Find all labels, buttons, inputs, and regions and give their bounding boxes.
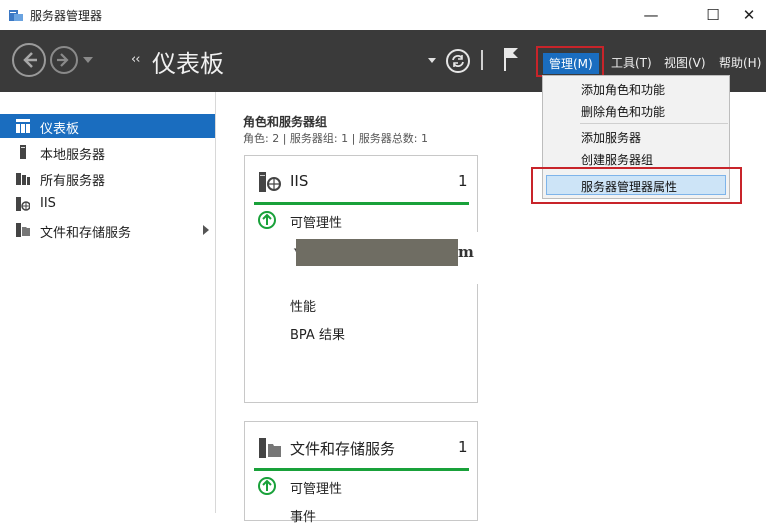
servers-icon: [16, 173, 30, 185]
notifications-flag-icon[interactable]: [503, 46, 521, 72]
tile-status-bar: [254, 468, 469, 471]
server-manager-icon: [9, 10, 23, 21]
tile-title[interactable]: IIS: [290, 172, 308, 190]
tile-row-manageability[interactable]: 可管理性: [290, 212, 342, 231]
redaction-bar: [296, 239, 458, 266]
sidebar-item-file-storage[interactable]: 文件和存储服务: [0, 218, 215, 242]
tile-title[interactable]: 文件和存储服务: [290, 438, 395, 459]
arrow-left-icon: [23, 52, 37, 68]
refresh-icon[interactable]: [446, 49, 470, 73]
role-tile-file-storage[interactable]: 文件和存储服务 1 可管理性 事件: [244, 421, 478, 525]
tile-row-manageability[interactable]: 可管理性: [290, 478, 342, 497]
menu-item-create-server-group[interactable]: 创建服务器组: [581, 151, 653, 168]
menu-item-remove-roles[interactable]: 删除角色和功能: [581, 103, 665, 120]
sidebar-item-label: 本地服务器: [40, 148, 106, 163]
dashboard-icon: [16, 119, 30, 133]
menu-item-add-roles[interactable]: 添加角色和功能: [581, 81, 665, 98]
obscured-text-tail: m: [458, 243, 474, 261]
forward-button[interactable]: [50, 46, 78, 74]
breadcrumb-arrows[interactable]: ‹‹: [131, 52, 140, 67]
sidebar-item-label: 所有服务器: [40, 174, 106, 189]
sidebar-item-dashboard[interactable]: 仪表板: [0, 114, 215, 138]
annotation-box-properties: [531, 167, 742, 204]
sidebar-item-label: 文件和存储服务: [40, 226, 132, 241]
storage-icon: [259, 438, 281, 458]
iis-icon: [259, 172, 281, 192]
server-icon: [20, 145, 26, 159]
history-dropdown-icon[interactable]: [83, 57, 93, 63]
arrow-right-icon: [57, 53, 69, 67]
page-title: 仪表板: [152, 50, 224, 78]
menu-help[interactable]: 帮助(H): [719, 54, 761, 71]
sidebar-item-label: IIS: [40, 196, 56, 211]
tile-count: 1: [458, 438, 468, 456]
tile-row-events[interactable]: 事件: [290, 506, 316, 525]
tile-status-bar: [254, 202, 469, 205]
tile-row-performance[interactable]: 性能: [290, 296, 316, 315]
roles-groups-heading: 角色和服务器组: [243, 115, 328, 129]
menu-view[interactable]: 视图(V): [664, 54, 706, 71]
roles-groups-summary: 角色: 2 | 服务器组: 1 | 服务器总数: 1: [243, 132, 429, 145]
status-up-arrow-icon: [258, 477, 276, 495]
menu-tools[interactable]: 工具(T): [611, 54, 652, 71]
tile-row-bpa[interactable]: BPA 结果: [290, 324, 345, 343]
iis-icon: [16, 197, 30, 211]
window-title: 服务器管理器: [30, 9, 103, 23]
header-separator: [481, 50, 483, 70]
sidebar: 仪表板 本地服务器 所有服务器 IIS 文件和存储服务: [0, 92, 216, 513]
close-button[interactable]: ✕: [726, 0, 766, 30]
sidebar-item-label: 仪表板: [40, 122, 80, 137]
expand-arrow-icon[interactable]: [203, 225, 209, 235]
annotation-box-manage: [536, 46, 604, 77]
menu-item-add-servers[interactable]: 添加服务器: [581, 129, 641, 146]
title-bar: 服务器管理器 — ☐ ✕: [0, 0, 766, 30]
tile-count: 1: [458, 172, 468, 190]
sidebar-item-all-servers[interactable]: 所有服务器: [0, 166, 215, 190]
storage-icon: [16, 223, 30, 237]
sidebar-item-local-server[interactable]: 本地服务器: [0, 140, 215, 164]
status-up-arrow-icon: [258, 211, 276, 229]
header-dropdown-icon[interactable]: [428, 58, 436, 63]
back-button[interactable]: [12, 43, 46, 77]
minimize-button[interactable]: —: [628, 0, 674, 30]
menu-separator: [580, 123, 728, 124]
sidebar-item-iis[interactable]: IIS: [0, 192, 215, 216]
